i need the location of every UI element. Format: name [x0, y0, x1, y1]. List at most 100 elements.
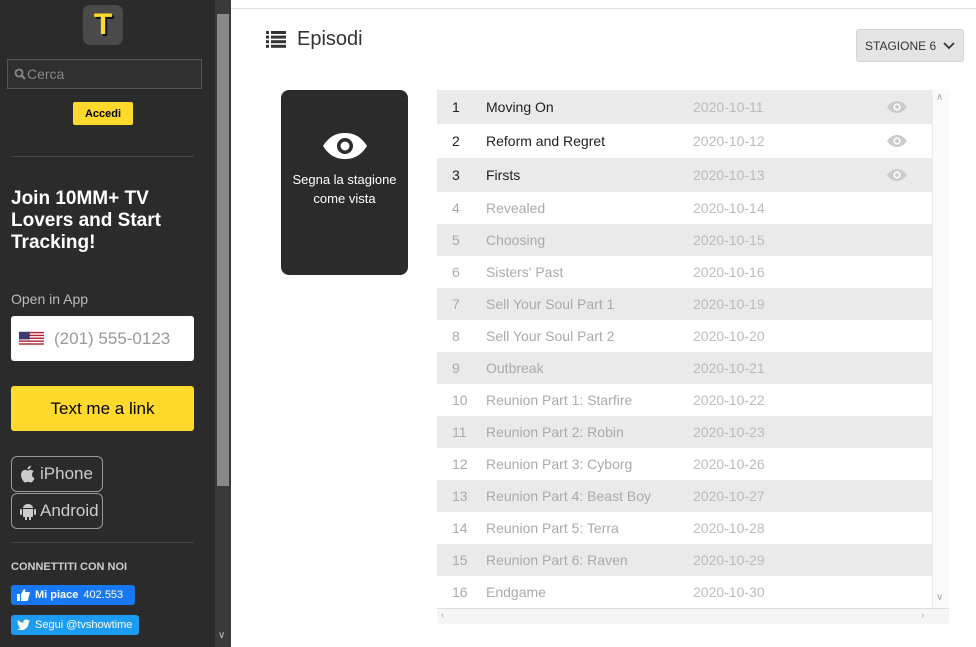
- eye-icon[interactable]: [883, 168, 911, 182]
- scroll-down-arrow[interactable]: ∨: [936, 592, 943, 603]
- mark-season-watched-button[interactable]: Segna la stagione come vista: [281, 90, 408, 275]
- mark-season-label: Segna la stagione come vista: [292, 172, 397, 206]
- android-label: Android: [40, 501, 99, 520]
- twitter-follow-button[interactable]: Segui @tvshowtime: [11, 615, 139, 635]
- top-divider: [231, 8, 976, 9]
- episode-number: 16: [452, 584, 468, 600]
- episode-row[interactable]: 15 Reunion Part 6: Raven 2020-10-29: [437, 544, 932, 576]
- search-icon: [14, 68, 26, 80]
- episode-row[interactable]: 14 Reunion Part 5: Terra 2020-10-28: [437, 512, 932, 544]
- facebook-like-label: Mi piace: [35, 589, 79, 601]
- episode-row[interactable]: 3 Firsts 2020-10-13: [437, 158, 932, 192]
- facebook-like-icon: [17, 589, 30, 601]
- episode-row[interactable]: 11 Reunion Part 2: Robin 2020-10-23: [437, 416, 932, 448]
- episode-title: Reunion Part 5: Terra: [486, 520, 619, 536]
- episode-row[interactable]: 12 Reunion Part 3: Cyborg 2020-10-26: [437, 448, 932, 480]
- iphone-label: iPhone: [40, 464, 93, 483]
- episode-row[interactable]: 7 Sell Your Soul Part 1 2020-10-19: [437, 288, 932, 320]
- episode-date: 2020-10-16: [693, 264, 765, 280]
- episode-row[interactable]: 8 Sell Your Soul Part 2 2020-10-20: [437, 320, 932, 352]
- episode-row[interactable]: 1 Moving On 2020-10-11: [437, 90, 932, 124]
- episode-title: Moving On: [486, 99, 554, 115]
- episode-title: Sisters' Past: [486, 264, 564, 280]
- episode-date: 2020-10-28: [693, 520, 765, 536]
- episode-number: 8: [452, 328, 460, 344]
- episode-title: Choosing: [486, 232, 546, 248]
- episode-date: 2020-10-12: [693, 133, 765, 149]
- episode-row[interactable]: 4 Revealed 2020-10-14: [437, 192, 932, 224]
- logo-letter: T: [93, 8, 113, 41]
- episode-row[interactable]: 13 Reunion Part 4: Beast Boy 2020-10-27: [437, 480, 932, 512]
- app-logo[interactable]: T: [83, 5, 123, 45]
- episode-number: 3: [452, 167, 460, 183]
- search-input[interactable]: [27, 66, 197, 82]
- sidebar: T Accedi Join 10MM+ TV Lovers and Start …: [0, 0, 215, 647]
- episode-number: 15: [452, 552, 468, 568]
- horizontal-scrollbar[interactable]: ‹ ›: [437, 608, 949, 624]
- episode-title: Sell Your Soul Part 2: [486, 328, 615, 344]
- episode-title: Reform and Regret: [486, 133, 606, 149]
- eye-icon[interactable]: [883, 134, 911, 148]
- episode-number: 5: [452, 232, 460, 248]
- list-icon: [266, 31, 286, 48]
- episode-title: Endgame: [486, 584, 546, 600]
- search-box[interactable]: [7, 59, 202, 89]
- eye-icon[interactable]: [883, 100, 911, 114]
- season-dropdown[interactable]: STAGIONE 6: [856, 29, 964, 62]
- promo-heading: Join 10MM+ TV Lovers and Start Tracking!: [11, 188, 161, 253]
- episode-title: Reunion Part 2: Robin: [486, 424, 624, 440]
- episode-date: 2020-10-26: [693, 456, 765, 472]
- episode-row[interactable]: 9 Outbreak 2020-10-21: [437, 352, 932, 384]
- episode-number: 9: [452, 360, 460, 376]
- phone-field[interactable]: [11, 316, 194, 361]
- episode-row[interactable]: 16 Endgame 2020-10-30: [437, 576, 932, 608]
- episode-date: 2020-10-20: [693, 328, 765, 344]
- episode-date: 2020-10-30: [693, 584, 765, 600]
- scroll-down-arrow[interactable]: ∨: [218, 630, 225, 641]
- episode-date: 2020-10-21: [693, 360, 765, 376]
- episode-title: Outbreak: [486, 360, 544, 376]
- divider: [11, 156, 194, 157]
- page-title: Episodi: [297, 28, 363, 50]
- iphone-button[interactable]: iPhone: [11, 456, 103, 492]
- episode-title: Sell Your Soul Part 1: [486, 296, 615, 312]
- scroll-left-arrow[interactable]: ‹: [441, 610, 444, 621]
- scroll-right-arrow[interactable]: ›: [921, 610, 924, 621]
- episode-title: Firsts: [486, 167, 521, 183]
- episode-number: 1: [452, 99, 460, 115]
- episode-row[interactable]: 5 Choosing 2020-10-15: [437, 224, 932, 256]
- facebook-like-button[interactable]: Mi piace 402.553: [11, 585, 135, 605]
- episode-list: 1 Moving On 2020-10-11 2 Reform and Regret 20…: [437, 90, 932, 608]
- episode-title: Reunion Part 1: Starfire: [486, 392, 633, 408]
- episodes-heading: Episodi: [266, 28, 363, 51]
- episode-list-scrollbar[interactable]: ∧ ∨: [932, 90, 949, 608]
- episode-date: 2020-10-13: [693, 167, 765, 183]
- episode-row[interactable]: 10 Reunion Part 1: Starfire 2020-10-22: [437, 384, 932, 416]
- episode-date: 2020-10-29: [693, 552, 765, 568]
- apple-icon: [21, 465, 35, 483]
- twitter-follow-label: Segui @tvshowtime: [35, 619, 133, 631]
- text-me-link-button[interactable]: Text me a link: [11, 386, 194, 431]
- chevron-down-icon: [943, 42, 955, 50]
- episode-number: 10: [452, 392, 468, 408]
- phone-input[interactable]: [54, 328, 194, 349]
- episode-date: 2020-10-23: [693, 424, 765, 440]
- us-flag-icon: [19, 331, 44, 346]
- episode-number: 14: [452, 520, 468, 536]
- android-button[interactable]: Android: [11, 493, 103, 529]
- episode-number: 13: [452, 488, 468, 504]
- episode-row[interactable]: 2 Reform and Regret 2020-10-12: [437, 124, 932, 158]
- eye-icon: [323, 133, 367, 159]
- episode-row[interactable]: 6 Sisters' Past 2020-10-16: [437, 256, 932, 288]
- android-icon: [20, 504, 36, 520]
- episode-number: 4: [452, 200, 460, 216]
- scroll-up-arrow[interactable]: ∧: [936, 92, 943, 103]
- sidebar-scrollbar-thumb[interactable]: [217, 14, 229, 486]
- sidebar-scrollbar[interactable]: ∨: [215, 0, 231, 647]
- facebook-like-count: 402.553: [83, 589, 124, 601]
- login-button[interactable]: Accedi: [73, 102, 133, 125]
- divider: [11, 542, 194, 543]
- season-label: STAGIONE 6: [865, 38, 937, 53]
- episode-number: 2: [452, 133, 460, 149]
- episode-title: Reunion Part 6: Raven: [486, 552, 628, 568]
